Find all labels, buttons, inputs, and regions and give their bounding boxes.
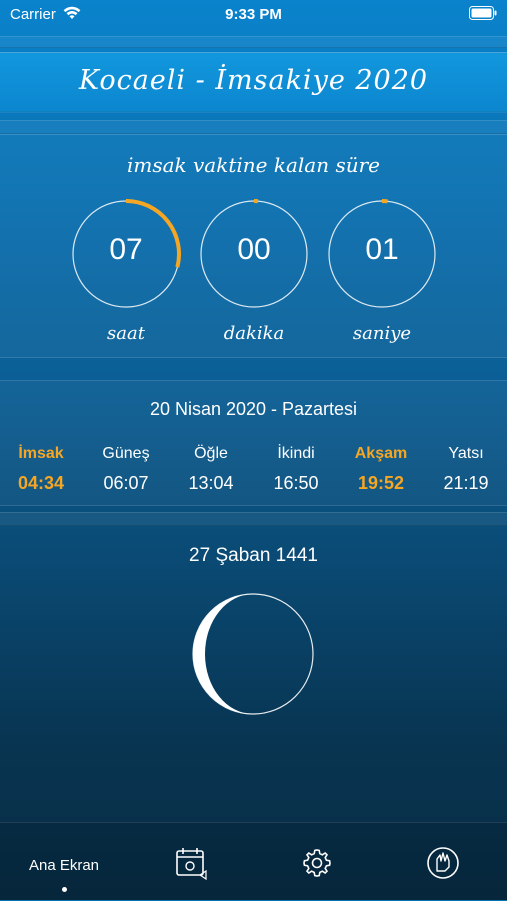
prayer-name: İkindi <box>256 445 336 469</box>
prayer-time-gunes: Güneş 06:07 <box>86 445 166 494</box>
prayer-time: 13:04 <box>171 473 251 494</box>
prayer-times-row: İmsak 04:34 Güneş 06:07 Öğle 13:04 İkind… <box>0 445 507 497</box>
decorative-band <box>0 120 507 134</box>
seconds-value: 01 <box>327 233 437 267</box>
seconds-label: saniye <box>327 323 437 344</box>
prayer-time: 16:50 <box>256 473 336 494</box>
tab-home-label: Ana Ekran <box>19 857 109 874</box>
tab-home[interactable]: Ana Ekran <box>19 843 109 883</box>
clock: 9:33 PM <box>0 6 507 23</box>
hours-label: saat <box>71 323 181 344</box>
gear-icon <box>301 866 333 883</box>
countdown-panel: imsak vaktine kalan süre 07 saat 00 daki… <box>0 134 507 358</box>
prayer-name: Akşam <box>341 445 421 469</box>
active-tab-indicator <box>62 887 67 892</box>
prayer-time-imsak: İmsak 04:34 <box>1 445 81 494</box>
decorative-band <box>0 512 507 526</box>
tab-bar: Ana Ekran <box>0 822 507 901</box>
header: Kocaeli - İmsakiye 2020 <box>0 52 507 112</box>
prayer-time-aksam: Akşam 19:52 <box>341 445 421 494</box>
prayer-time: 04:34 <box>1 473 81 494</box>
minutes-value: 00 <box>199 233 309 267</box>
calendar-icon <box>173 868 209 885</box>
decorative-band <box>0 36 507 48</box>
minutes-dial: 00 <box>199 199 309 309</box>
hours-dial: 07 <box>71 199 181 309</box>
tab-settings[interactable] <box>272 843 362 883</box>
prayer-time-ikindi: İkindi 16:50 <box>256 445 336 494</box>
gregorian-date: 20 Nisan 2020 - Pazartesi <box>0 399 507 420</box>
prayer-hand-icon <box>425 868 461 885</box>
prayer-time-ogle: Öğle 13:04 <box>171 445 251 494</box>
page-title: Kocaeli - İmsakiye 2020 <box>0 65 507 96</box>
minutes-label: dakika <box>199 323 309 344</box>
countdown-title: imsak vaktine kalan süre <box>0 153 507 177</box>
prayer-time: 06:07 <box>86 473 166 494</box>
prayer-time: 21:19 <box>426 473 506 494</box>
moon-phase-icon <box>191 592 315 716</box>
prayer-name: Yatsı <box>426 445 506 469</box>
prayer-time: 19:52 <box>341 473 421 494</box>
prayer-name: İmsak <box>1 445 81 469</box>
prayer-time-yatsi: Yatsı 21:19 <box>426 445 506 494</box>
tab-prayer[interactable] <box>398 843 488 883</box>
prayer-name: Öğle <box>171 445 251 469</box>
hours-value: 07 <box>71 233 181 267</box>
hijri-date: 27 Şaban 1441 <box>0 545 507 567</box>
status-bar: Carrier 9:33 PM <box>0 0 507 30</box>
tab-calendar[interactable] <box>146 843 236 883</box>
prayer-name: Güneş <box>86 445 166 469</box>
prayer-times-panel: 20 Nisan 2020 - Pazartesi İmsak 04:34 Gü… <box>0 380 507 506</box>
seconds-dial: 01 <box>327 199 437 309</box>
battery-icon <box>469 6 497 24</box>
